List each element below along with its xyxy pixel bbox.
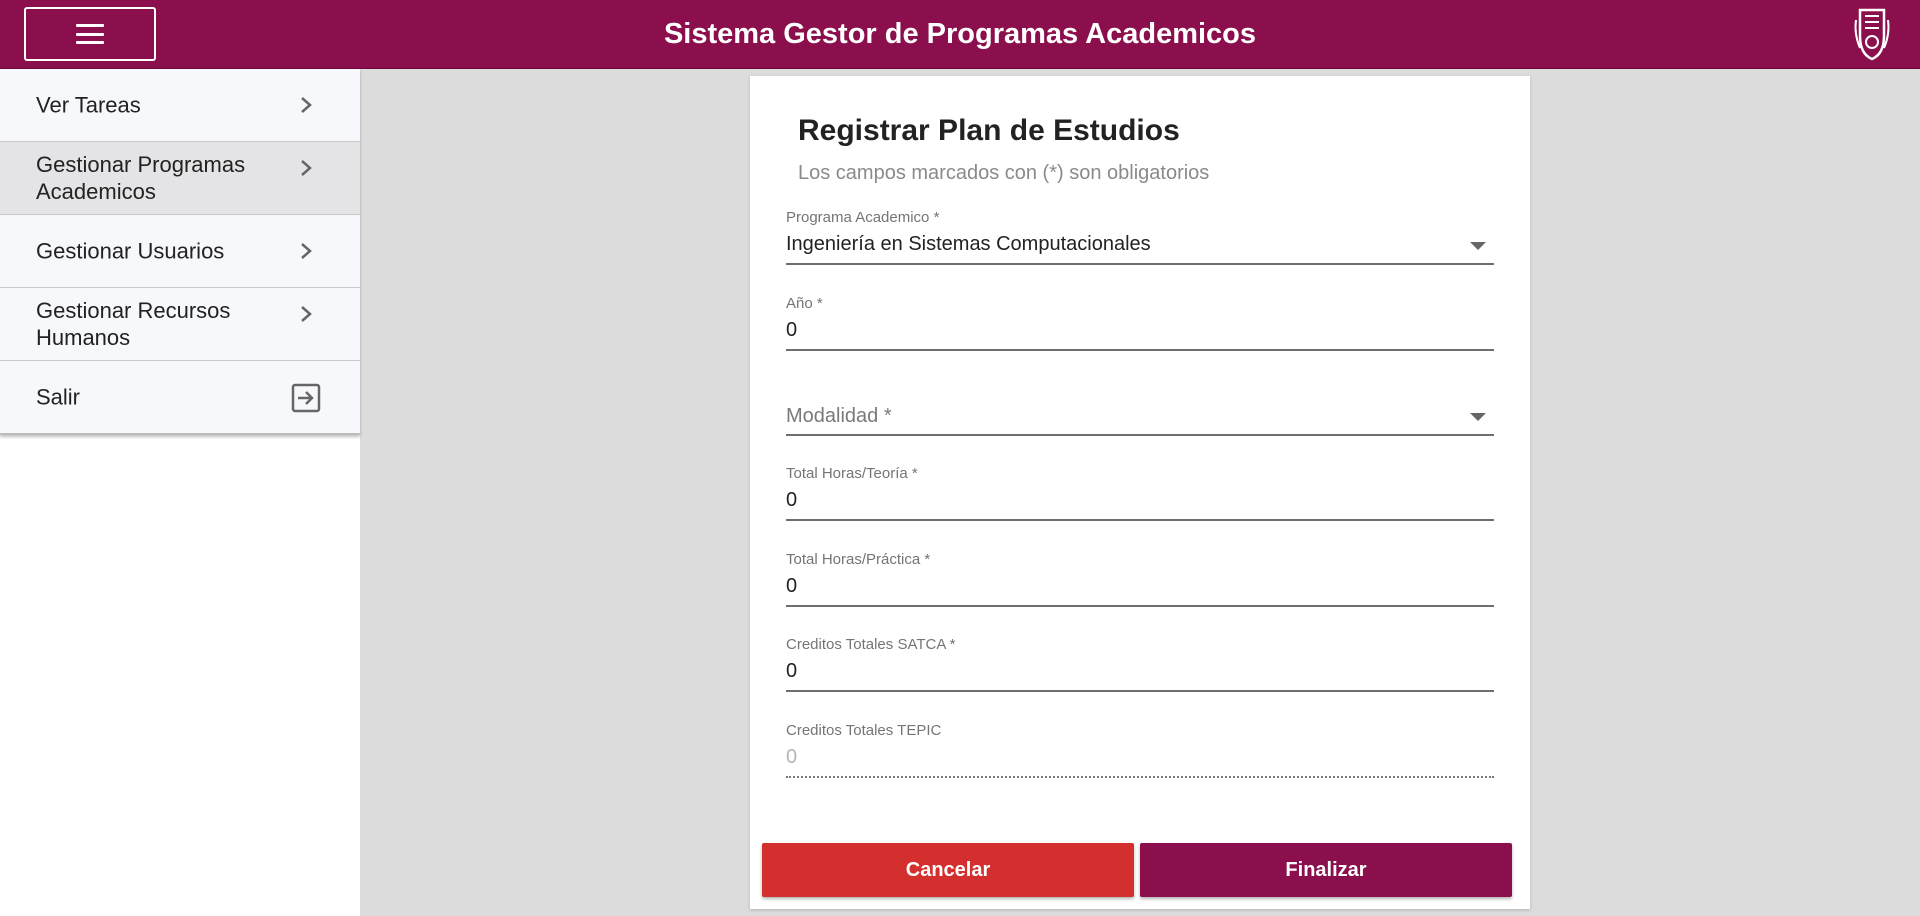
form-subtitle: Los campos marcados con (*) son obligato… <box>798 162 1210 184</box>
dropdown-arrow-icon <box>1470 413 1486 421</box>
field-underline <box>786 349 1494 351</box>
app-bar: Sistema Gestor de Programas Academicos <box>0 0 1920 69</box>
horas-teoria-label: Total Horas/Teoría * <box>786 465 918 482</box>
sidebar-item-label: Salir <box>36 384 81 410</box>
ipn-logo <box>1854 8 1890 61</box>
app-title: Sistema Gestor de Programas Academicos <box>663 18 1257 50</box>
chevron-right-icon <box>301 306 312 322</box>
field-underline <box>786 776 1494 778</box>
field-underline <box>786 263 1494 265</box>
sidebar-item-salir[interactable]: Salir <box>0 361 360 435</box>
horas-teoria-field[interactable]: Total Horas/Teoría * 0 <box>786 465 1494 527</box>
form-title: Registrar Plan de Estudios <box>798 114 1180 147</box>
creditos-satca-value: 0 <box>786 660 798 682</box>
exit-icon <box>291 383 321 413</box>
sidebar-item-gestionar-programas[interactable]: Gestionar Programas Academicos <box>0 142 360 215</box>
field-underline <box>786 605 1494 607</box>
programa-academico-select[interactable]: Programa Academico * Ingeniería en Siste… <box>786 209 1494 271</box>
sidebar-item-gestionar-recursos[interactable]: Gestionar Recursos Humanos <box>0 288 360 361</box>
creditos-tepic-field: Creditos Totales TEPIC 0 <box>786 722 1494 784</box>
horas-teoria-value: 0 <box>786 489 798 511</box>
dropdown-arrow-icon <box>1470 242 1486 250</box>
sidebar-item-ver-tareas[interactable]: Ver Tareas <box>0 69 360 142</box>
plan-form-card: Registrar Plan de Estudios Los campos ma… <box>750 76 1530 909</box>
horas-practica-label: Total Horas/Práctica * <box>786 551 931 568</box>
field-underline <box>786 519 1494 521</box>
modalidad-select[interactable]: Modalidad * <box>786 380 1494 442</box>
anio-label: Año * <box>786 295 823 312</box>
modalidad-placeholder: Modalidad * <box>786 405 892 427</box>
programa-academico-label: Programa Academico * <box>786 209 940 226</box>
sidebar-item-label: Gestionar Usuarios <box>36 238 225 264</box>
field-underline <box>786 434 1494 436</box>
creditos-satca-label: Creditos Totales SATCA * <box>786 636 956 653</box>
sidebar-item-label: Gestionar Recursos Humanos <box>36 298 231 350</box>
chevron-right-icon <box>301 243 312 259</box>
anio-field[interactable]: Año * 0 <box>786 295 1494 357</box>
chevron-right-icon <box>301 97 312 113</box>
cancel-button[interactable]: Cancelar <box>762 843 1134 897</box>
anio-value: 0 <box>786 319 798 341</box>
horas-practica-value: 0 <box>786 575 798 597</box>
sidebar-item-gestionar-usuarios[interactable]: Gestionar Usuarios <box>0 215 360 288</box>
menu-toggle-button[interactable] <box>24 7 156 61</box>
chevron-right-icon <box>301 160 312 176</box>
field-underline <box>786 690 1494 692</box>
sidebar-item-label: Ver Tareas <box>36 92 141 118</box>
sidebar: Ver Tareas Gestionar Programas Academico… <box>0 69 360 916</box>
horas-practica-field[interactable]: Total Horas/Práctica * 0 <box>786 551 1494 613</box>
finish-button[interactable]: Finalizar <box>1140 843 1512 897</box>
sidebar-menu: Ver Tareas Gestionar Programas Academico… <box>0 69 360 435</box>
programa-academico-value: Ingeniería en Sistemas Computacionales <box>786 233 1151 255</box>
creditos-tepic-value: 0 <box>786 746 798 768</box>
sidebar-item-label: Gestionar Programas Academicos <box>36 152 246 204</box>
creditos-tepic-label: Creditos Totales TEPIC <box>786 722 942 739</box>
creditos-satca-field[interactable]: Creditos Totales SATCA * 0 <box>786 636 1494 698</box>
hamburger-icon <box>76 24 104 44</box>
